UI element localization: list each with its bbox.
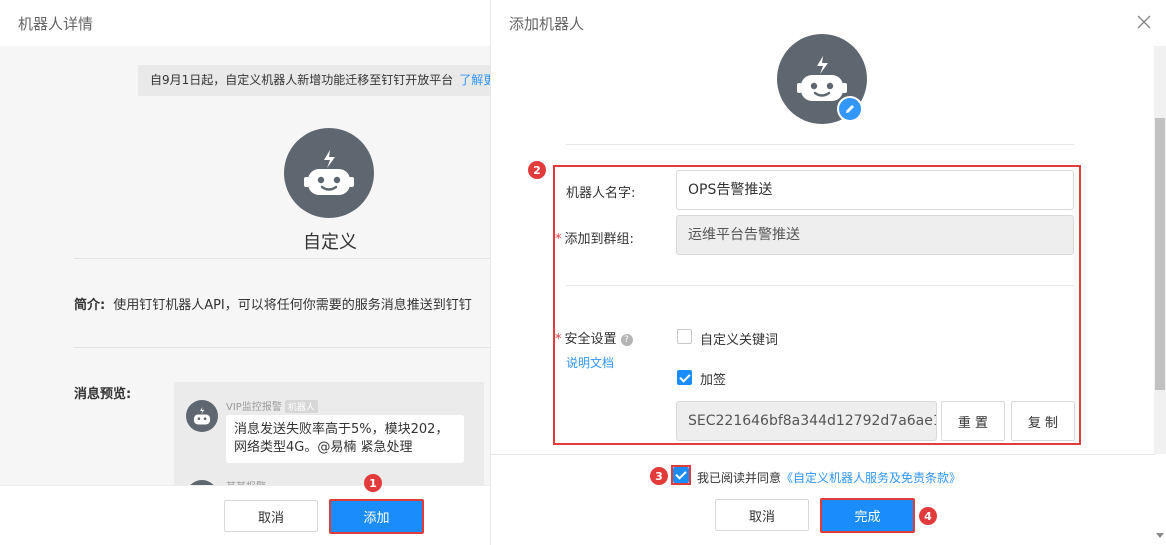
copy-button[interactable]: 复 制: [1011, 401, 1075, 441]
divider: [566, 285, 1074, 286]
step-marker-1: 1: [364, 474, 382, 492]
sign-label: 加签: [700, 373, 727, 388]
divider: [566, 144, 1074, 145]
notice-text: 自9月1日起，自定义机器人新增功能迁移至钉钉开放平台: [150, 73, 454, 87]
add-robot-dialog: 添加机器人 2 机器人名字: OPS告警推送 * 添加到群组: 运维平台告警推送…: [490, 0, 1166, 545]
group-label-text: 添加到群组:: [564, 232, 634, 247]
screen: 机器人详情 自9月1日起，自定义机器人新增功能迁移至钉钉开放平台了解更多 自定义…: [0, 0, 1166, 545]
migration-notice: 自9月1日起，自定义机器人新增功能迁移至钉钉开放平台了解更多: [138, 65, 490, 96]
reset-button[interactable]: 重 置: [941, 401, 1005, 441]
divider: [74, 347, 490, 348]
keyword-label: 自定义关键词: [700, 333, 779, 348]
robot-badge: 机器人: [284, 400, 318, 413]
step-marker-3: 3: [650, 467, 668, 485]
robot-name-input[interactable]: OPS告警推送: [676, 170, 1074, 210]
doc-link[interactable]: 说明文档: [566, 354, 614, 371]
keyword-checkbox[interactable]: [677, 329, 692, 344]
sender-name: VIP监控报警: [226, 402, 282, 413]
robot-icon: [304, 150, 354, 195]
robot-type-name: 自定义: [303, 232, 357, 253]
notice-link[interactable]: 了解更多: [459, 73, 490, 87]
scrollbar-thumb[interactable]: [1155, 118, 1165, 390]
desc-text: 使用钉钉机器人API，可以将任何你需要的服务消息推送到钉钉: [113, 298, 472, 313]
step-marker-2: 2: [528, 161, 546, 179]
robot-avatar: [284, 128, 374, 218]
robot-detail-panel: 机器人详情 自9月1日起，自定义机器人新增功能迁移至钉钉开放平台了解更多 自定义…: [0, 0, 490, 545]
name-label: 机器人名字:: [566, 186, 636, 201]
add-button[interactable]: 添加: [329, 499, 424, 534]
cancel-button[interactable]: 取消: [224, 500, 318, 532]
done-button[interactable]: 完成: [820, 498, 915, 533]
scroll-down-arrow[interactable]: [1156, 533, 1164, 538]
step-marker-4: 4: [919, 507, 937, 525]
close-icon[interactable]: [1136, 14, 1152, 30]
terms-link[interactable]: 《自定义机器人服务及免责条款》: [781, 471, 961, 485]
dialog-title: 添加机器人: [509, 15, 585, 33]
desc-label: 简介:: [74, 298, 106, 313]
left-footer: 取消 添加: [0, 485, 490, 545]
left-header: 机器人详情: [0, 0, 490, 46]
robot-description: 简介: 使用钉钉机器人API，可以将任何你需要的服务消息推送到钉钉: [74, 294, 472, 313]
group-select[interactable]: 运维平台告警推送: [676, 215, 1074, 255]
dialog-cancel-button[interactable]: 取消: [715, 499, 809, 531]
preview-message: 消息发送失败率高于5%，模块202，网络类型4G。@易楠 紧急处理: [226, 415, 464, 463]
security-label: * 安全设置?: [555, 328, 633, 347]
robot-icon: [193, 407, 211, 425]
message-preview: VIP监控报警 机器人 消息发送失败率高于5%，模块202，网络类型4G。@易楠 …: [174, 382, 484, 492]
agree-checkbox[interactable]: [673, 467, 689, 483]
robot-icon: [797, 56, 847, 101]
sign-checkbox[interactable]: [677, 370, 692, 385]
help-icon[interactable]: ?: [620, 334, 633, 346]
security-label-text: 安全设置: [564, 332, 617, 347]
left-panel-title: 机器人详情: [18, 15, 94, 33]
preview-label: 消息预览:: [74, 387, 132, 402]
agree-text: 我已阅读并同意《自定义机器人服务及免责条款》: [697, 469, 961, 486]
preview-avatar: [186, 400, 218, 432]
edit-avatar-button[interactable]: [837, 96, 863, 122]
secret-field[interactable]: SEC221646bf8a344d12792d7a6ae1: [676, 401, 937, 441]
agree-prefix: 我已阅读并同意: [697, 471, 782, 485]
divider: [74, 258, 490, 259]
group-label: * 添加到群组:: [555, 232, 634, 247]
pencil-icon: [846, 105, 854, 113]
preview-sender: VIP监控报警 机器人: [226, 398, 318, 413]
